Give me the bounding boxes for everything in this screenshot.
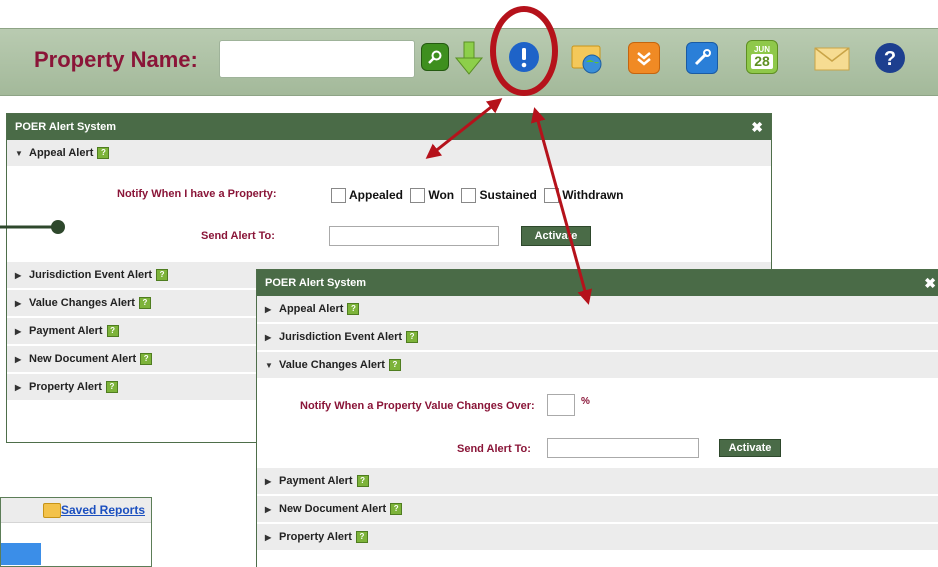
annotation-overlay: [0, 98, 593, 305]
annotation-arrow-to-dialog2: [530, 107, 593, 305]
annotation-callout-dot: [51, 220, 65, 234]
annotation-arrow-to-dialog1: [425, 98, 503, 159]
